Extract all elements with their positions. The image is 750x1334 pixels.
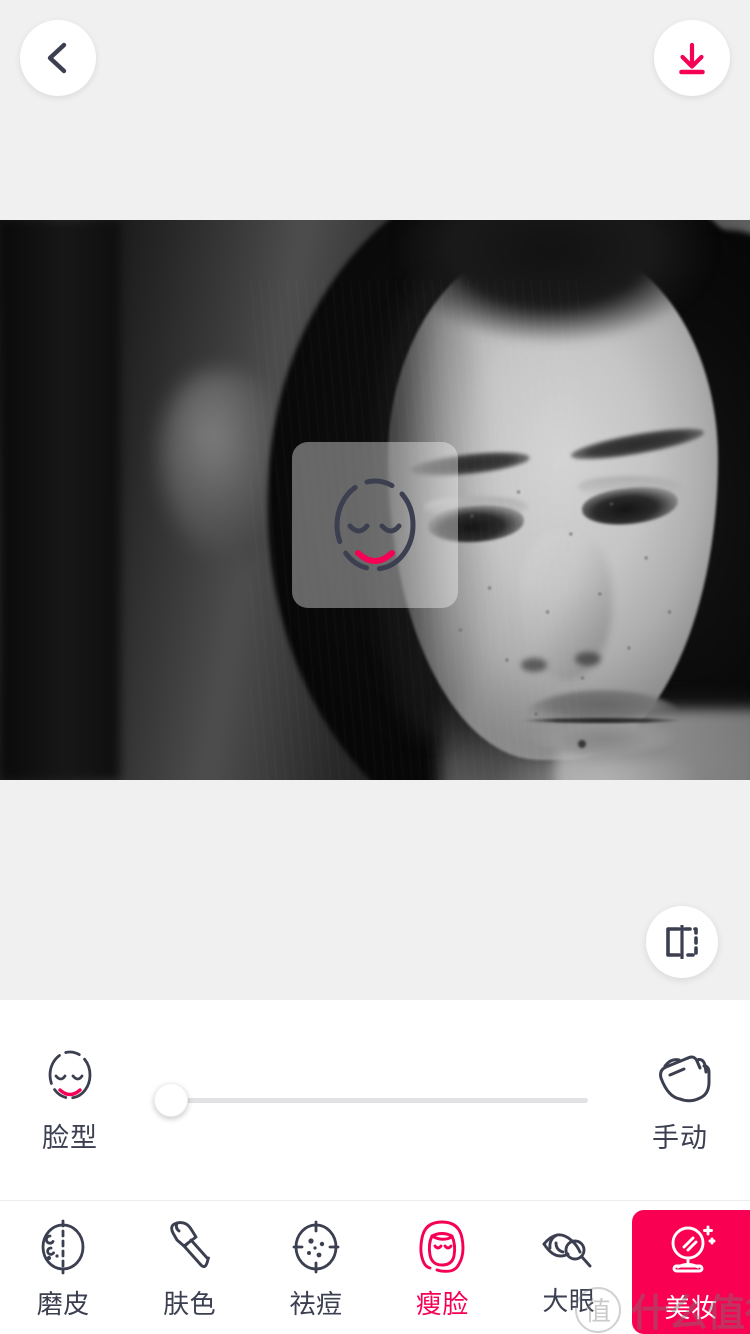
tool-makeup-promo[interactable]: 美妆 (632, 1210, 750, 1334)
tap-hand-icon (649, 1046, 711, 1104)
slider-thumb[interactable] (154, 1083, 188, 1117)
save-button[interactable] (654, 20, 730, 96)
makeup-brush-icon (164, 1219, 216, 1275)
vanity-mirror-icon (662, 1220, 720, 1278)
intensity-slider[interactable] (140, 1070, 610, 1130)
tool-acne-removal-label: 祛痘 (289, 1288, 343, 1319)
tool-big-eyes-label: 大眼 (542, 1285, 596, 1316)
top-bar (0, 0, 750, 220)
manual-button[interactable]: 手动 (610, 1046, 750, 1155)
tool-smooth-skin[interactable]: 磨皮 (0, 1201, 126, 1334)
face-shape-toast (292, 442, 458, 608)
tool-skin-tone[interactable]: 肤色 (126, 1201, 252, 1334)
manual-label: 手动 (652, 1122, 708, 1153)
tool-slim-face-label: 瘦脸 (415, 1288, 469, 1319)
acne-target-icon (290, 1219, 342, 1275)
tool-skin-tone-label: 肤色 (163, 1288, 217, 1319)
slider-track (170, 1097, 588, 1103)
tool-slim-face[interactable]: 瘦脸 (379, 1201, 505, 1334)
tool-makeup-promo-label: 美妆 (664, 1292, 718, 1323)
mode-face-shape-label: 脸型 (42, 1122, 98, 1153)
compare-button[interactable] (646, 906, 718, 978)
tool-acne-removal[interactable]: 祛痘 (253, 1201, 379, 1334)
slim-face-icon (414, 1219, 470, 1275)
face-shape-icon (43, 1046, 97, 1104)
chevron-left-icon (43, 40, 73, 76)
face-shape-icon (322, 469, 428, 581)
back-button[interactable] (20, 20, 96, 96)
tool-smooth-skin-label: 磨皮 (36, 1288, 90, 1319)
app-root: 脸型 手动 磨皮 肤色 祛痘 瘦脸 大眼 美妆 值 什么值 (0, 0, 750, 1334)
before-after-compare-icon (663, 925, 701, 959)
download-icon (673, 39, 711, 77)
tool-big-eyes[interactable]: 大眼 (506, 1201, 632, 1334)
adjust-panel: 脸型 手动 (0, 1000, 750, 1200)
eye-magnify-icon (541, 1222, 597, 1272)
smooth-skin-icon (37, 1219, 89, 1275)
mode-face-shape[interactable]: 脸型 (0, 1046, 140, 1155)
